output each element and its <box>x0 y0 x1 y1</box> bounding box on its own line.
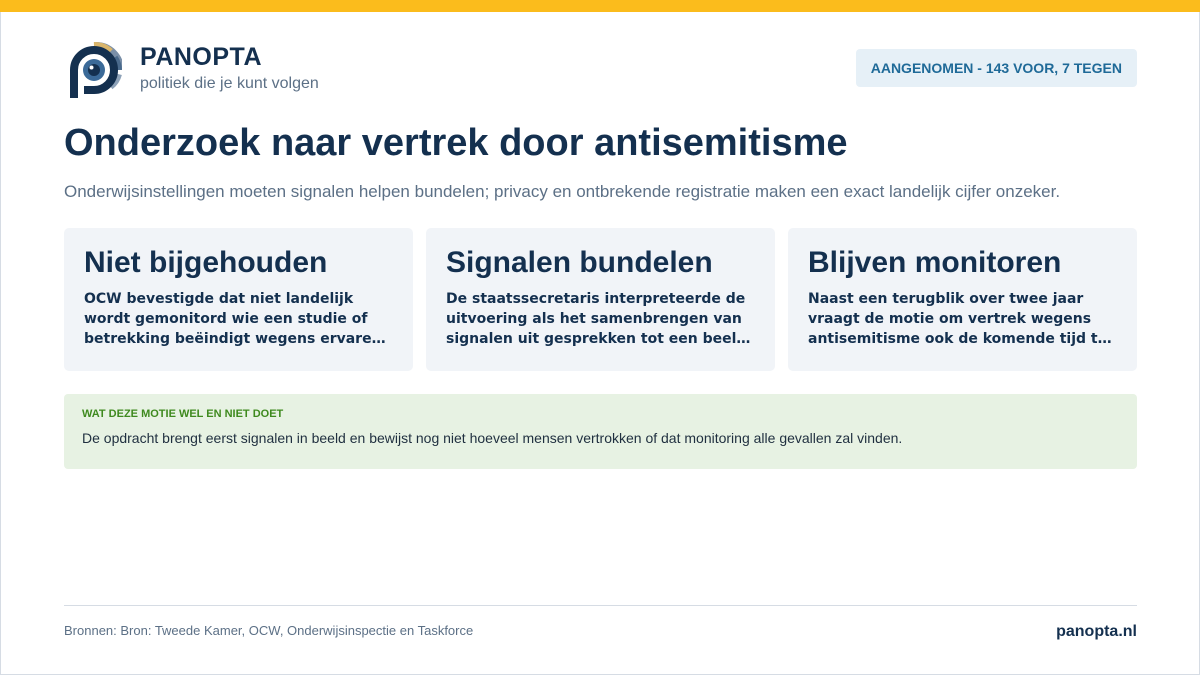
card-heading: Signalen bundelen <box>446 246 713 279</box>
accent-bar <box>0 0 1200 12</box>
brand-tagline: politiek die je kunt volgen <box>140 75 319 92</box>
card-heading: Blijven monitoren <box>808 246 1062 279</box>
card-body: Naast een terugblik over twee jaar vraag… <box>808 291 1108 347</box>
panopta-eye-logo-icon <box>66 40 124 100</box>
sources-text: Bronnen: Bron: Tweede Kamer, OCW, Onderw… <box>64 623 474 638</box>
card-blijven-monitoren: Blijven monitoren Naast een terugblik ov… <box>788 228 1137 371</box>
brand-name: PANOPTA <box>140 43 263 71</box>
page-title: Onderzoek naar vertrek door antisemitism… <box>64 122 848 164</box>
note-text: De opdracht brengt eerst signalen in bee… <box>82 430 903 446</box>
motion-note: WAT DEZE MOTIE WEL EN NIET DOET De opdra… <box>64 394 1137 469</box>
card-heading: Niet bijgehouden <box>84 246 328 279</box>
card-body: De staatssecretaris interpreteerde de ui… <box>446 291 747 347</box>
footer-divider <box>64 605 1137 606</box>
card-signalen-bundelen: Signalen bundelen De staatssecretaris in… <box>426 228 775 371</box>
note-label: WAT DEZE MOTIE WEL EN NIET DOET <box>82 408 284 420</box>
status-badge: AANGENOMEN - 143 VOOR, 7 TEGEN <box>855 49 1137 87</box>
page-subtitle: Onderwijsinstellingen moeten signalen he… <box>64 182 1061 201</box>
card-niet-bijgehouden: Niet bijgehouden OCW bevestigde dat niet… <box>64 228 413 371</box>
site-link[interactable]: panopta.nl <box>1056 623 1137 641</box>
card-body: OCW bevestigde dat niet landelijk wordt … <box>84 291 382 347</box>
